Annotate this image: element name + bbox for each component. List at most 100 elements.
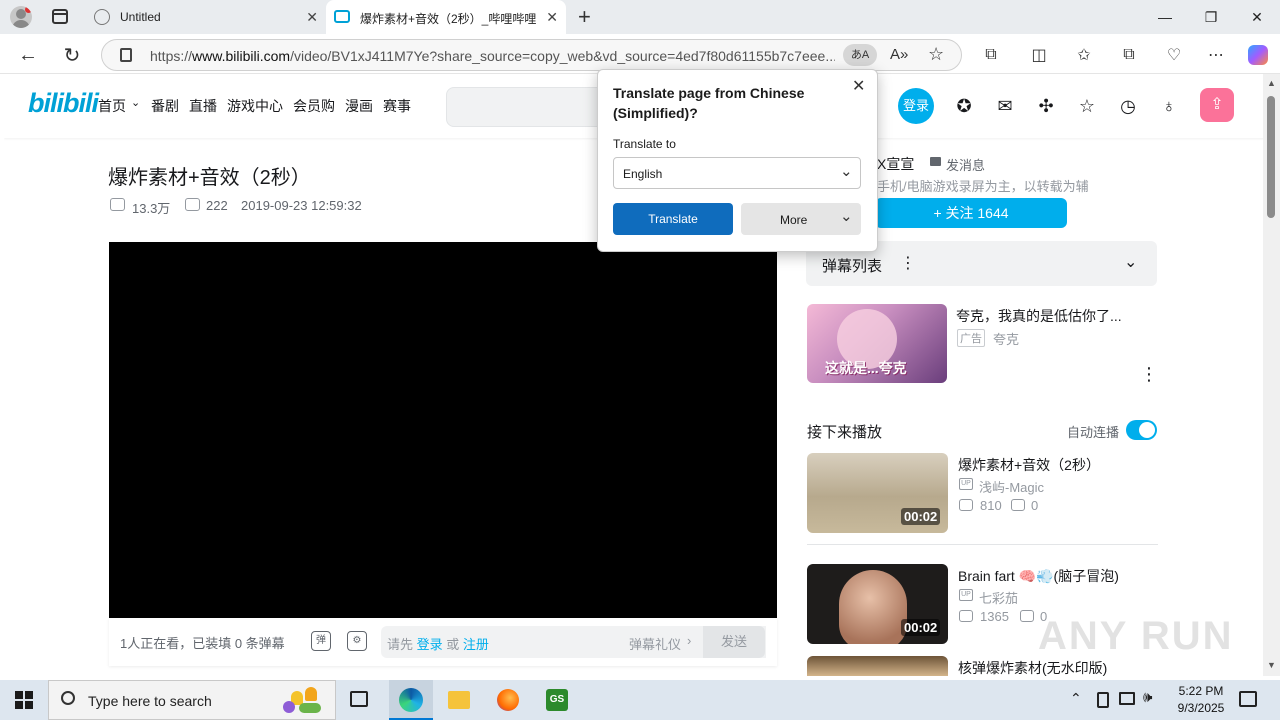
uploader-description: 手机/电脑游戏录屏为主，以转载为辅: [877, 179, 1089, 194]
message-icon[interactable]: [930, 157, 941, 166]
restore-button[interactable]: ❐: [1188, 0, 1234, 34]
new-tab-button[interactable]: +: [578, 4, 591, 30]
nav-esports[interactable]: 赛事: [383, 96, 411, 116]
translate-popup: Translate page from Chinese (Simplified)…: [597, 69, 878, 252]
message-icon[interactable]: ✉: [993, 94, 1017, 118]
more-vertical-icon[interactable]: ⋮: [900, 253, 916, 273]
lock-icon[interactable]: [120, 48, 132, 62]
uploader-name[interactable]: X宣宣: [877, 154, 914, 174]
nav-live[interactable]: 直播: [189, 96, 217, 116]
task-view-icon[interactable]: [350, 691, 368, 707]
address-bar-row: ← ↻ https://www.bilibili.com/video/BV1xJ…: [0, 34, 1280, 74]
dynamics-icon[interactable]: ✣: [1034, 94, 1058, 118]
video-card-author[interactable]: 七彩茄: [979, 588, 1018, 607]
video-card-3[interactable]: 核弹爆炸素材(无水印版): [807, 656, 1158, 676]
windows-start-icon[interactable]: [15, 691, 33, 709]
ad-thumb-text: 这就是...夸克: [825, 360, 907, 376]
follow-button[interactable]: + 关注 1644: [875, 198, 1067, 228]
page-scrollbar[interactable]: ▲ ▼: [1263, 74, 1280, 676]
scroll-up-icon[interactable]: ▲: [1267, 78, 1276, 88]
volume-icon[interactable]: 🕪: [1143, 689, 1152, 706]
more-menu-icon[interactable]: ⋯: [1202, 41, 1230, 69]
device-icon[interactable]: [1097, 692, 1109, 708]
tab-actions-icon[interactable]: [52, 9, 68, 24]
taskbar-search[interactable]: Type here to search: [48, 680, 336, 720]
copilot-icon[interactable]: [1244, 41, 1272, 69]
favorites-star-icon[interactable]: ☆: [1075, 94, 1099, 118]
creator-bulb-icon[interactable]: ♁: [1157, 94, 1181, 118]
read-aloud-icon[interactable]: A»: [890, 46, 908, 63]
close-icon[interactable]: ✕: [546, 9, 558, 26]
video-card-views: 1365: [980, 609, 1009, 624]
clock-time[interactable]: 5:22 PM: [1173, 684, 1229, 698]
chevron-down-icon[interactable]: ⌄: [1124, 252, 1137, 272]
nav-game-center[interactable]: 游戏中心: [227, 96, 283, 116]
tab-bilibili[interactable]: 爆炸素材+音效（2秒）_哔哩哔哩 ✕: [326, 0, 566, 34]
more-button[interactable]: More ⌄: [741, 203, 861, 235]
danmaku-settings-icon[interactable]: ⚙: [347, 631, 367, 651]
comment-icon: [1011, 499, 1025, 511]
bilibili-logo[interactable]: bilibili: [28, 88, 99, 119]
close-icon[interactable]: ✕: [852, 76, 865, 96]
danmaku-toggle-icon[interactable]: 弹: [311, 631, 331, 651]
video-card-1[interactable]: 00:02 爆炸素材+音效（2秒） UP 浅屿-Magic 810 0: [807, 453, 1158, 545]
login-avatar-button[interactable]: 登录: [898, 88, 934, 124]
close-window-button[interactable]: ✕: [1234, 0, 1280, 34]
video-player[interactable]: [109, 242, 777, 618]
autoplay-toggle[interactable]: [1126, 420, 1157, 440]
history-icon[interactable]: ◷: [1116, 94, 1140, 118]
notification-icon[interactable]: [1239, 691, 1257, 707]
video-card-title[interactable]: 核弹爆炸素材(无水印版): [958, 658, 1107, 676]
send-message-link[interactable]: 发消息: [946, 155, 985, 174]
translate-button[interactable]: Translate: [613, 203, 733, 235]
video-card-title[interactable]: Brain fart 🧠💨(脑子冒泡): [958, 566, 1119, 586]
autoplay-label: 自动连播: [1067, 425, 1120, 440]
selected-language: English: [623, 167, 663, 181]
ad-thumbnail[interactable]: 这就是...夸克: [807, 304, 947, 383]
send-button[interactable]: 发送: [703, 626, 765, 658]
tab-untitled[interactable]: Untitled ✕: [84, 0, 326, 34]
split-screen-icon[interactable]: ◫: [1025, 41, 1053, 69]
collections-icon[interactable]: ⧉: [1115, 41, 1143, 69]
scroll-thumb[interactable]: [1267, 96, 1275, 218]
back-icon[interactable]: ←: [14, 41, 42, 69]
file-explorer-icon[interactable]: [448, 691, 470, 709]
minimize-button[interactable]: —: [1142, 0, 1188, 34]
search-input[interactable]: [446, 87, 606, 127]
edge-taskbar-icon[interactable]: [389, 680, 433, 720]
video-card-title[interactable]: 爆炸素材+音效（2秒）: [958, 455, 1100, 475]
chevron-down-icon: ⌄: [840, 163, 853, 180]
translate-badge-icon[interactable]: あA: [843, 44, 877, 66]
more-vertical-icon[interactable]: ⋮: [1140, 364, 1158, 385]
greenshot-icon[interactable]: GS: [546, 689, 568, 711]
browser-essentials-icon[interactable]: ♡: [1160, 41, 1188, 69]
favorites-icon[interactable]: ✩: [1070, 41, 1098, 69]
nav-manga[interactable]: 漫画: [345, 96, 373, 116]
url-field[interactable]: https://www.bilibili.com/video/BV1xJ411M…: [101, 39, 962, 71]
nav-home[interactable]: 首页: [98, 96, 126, 116]
video-card-author[interactable]: 浅屿-Magic: [979, 477, 1044, 496]
extensions-icon[interactable]: ⧉: [977, 41, 1005, 69]
refresh-icon[interactable]: ↻: [58, 41, 86, 69]
login-link[interactable]: 登录: [417, 637, 443, 652]
video-thumbnail[interactable]: [807, 656, 948, 676]
nav-shop[interactable]: 会员购: [293, 96, 335, 116]
ad-title[interactable]: 夸克，我真的是低估你了...: [956, 306, 1122, 326]
clock-date[interactable]: 9/3/2025: [1170, 701, 1232, 715]
profile-avatar[interactable]: [10, 6, 32, 28]
firefox-icon[interactable]: [497, 689, 519, 711]
close-icon[interactable]: ✕: [306, 9, 318, 26]
video-title: 爆炸素材+音效（2秒）: [108, 167, 311, 189]
prompt-text: 请先: [387, 637, 414, 652]
register-link[interactable]: 注册: [463, 637, 489, 652]
upload-button[interactable]: ⇪: [1200, 88, 1234, 122]
favorite-star-icon[interactable]: ☆: [928, 44, 944, 65]
prompt-or: 或: [446, 637, 460, 652]
language-select[interactable]: English ⌄: [613, 157, 861, 189]
danmaku-etiquette-link[interactable]: 弹幕礼仪: [629, 634, 681, 653]
vip-icon[interactable]: ✪: [952, 94, 976, 118]
network-icon[interactable]: [1119, 692, 1135, 705]
scroll-down-icon[interactable]: ▼: [1267, 660, 1276, 670]
nav-anime[interactable]: 番剧: [151, 96, 179, 116]
chevron-up-icon[interactable]: ⌃: [1070, 690, 1082, 707]
